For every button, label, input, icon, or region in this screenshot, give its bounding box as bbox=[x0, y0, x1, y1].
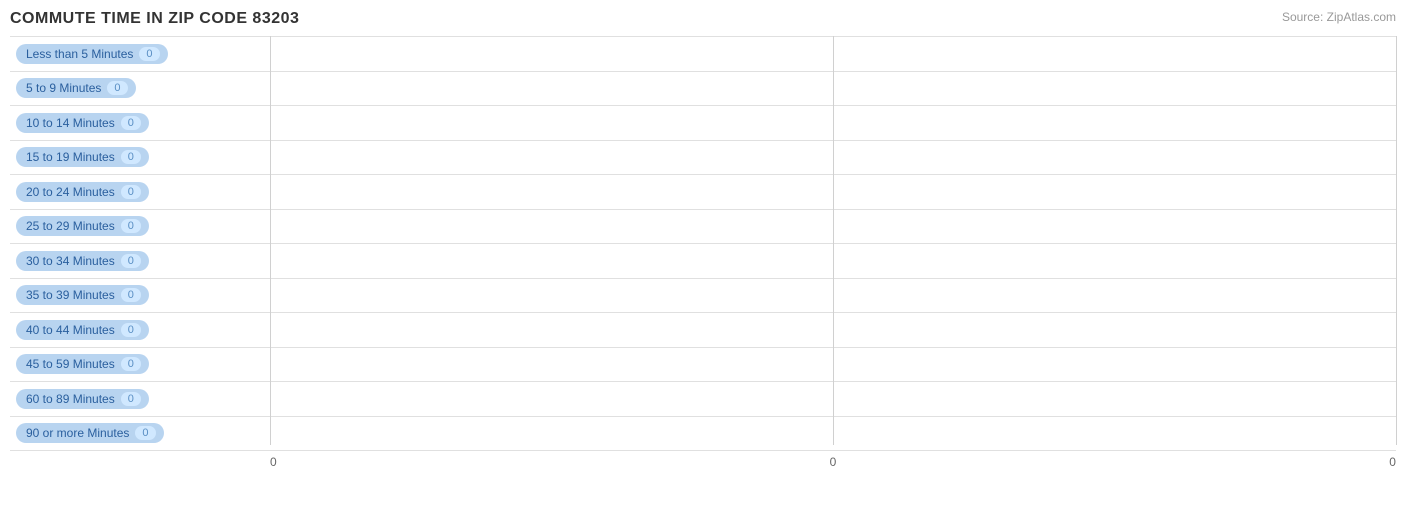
bar-label-value: 0 bbox=[121, 323, 141, 337]
bar-label-value: 0 bbox=[121, 288, 141, 302]
bar-label-text: Less than 5 Minutes bbox=[26, 47, 133, 61]
bar-label-pill: Less than 5 Minutes 0 bbox=[16, 44, 168, 64]
bar-label-text: 5 to 9 Minutes bbox=[26, 81, 101, 95]
bar-label-text: 25 to 29 Minutes bbox=[26, 219, 115, 233]
chart-area: Less than 5 Minutes05 to 9 Minutes010 to… bbox=[10, 36, 1396, 469]
grid-line bbox=[1396, 36, 1397, 445]
bar-track bbox=[270, 313, 1396, 347]
bar-label-value: 0 bbox=[121, 219, 141, 233]
bar-label-value: 0 bbox=[121, 185, 141, 199]
bar-track bbox=[270, 210, 1396, 244]
bar-row: 40 to 44 Minutes 0 bbox=[10, 313, 1396, 348]
bar-label-container: Less than 5 Minutes 0 bbox=[10, 42, 270, 66]
bar-label-value: 0 bbox=[135, 426, 155, 440]
bar-row: 5 to 9 Minutes 0 bbox=[10, 72, 1396, 107]
bar-label-value: 0 bbox=[121, 116, 141, 130]
bar-track bbox=[270, 72, 1396, 106]
bar-label-pill: 45 to 59 Minutes 0 bbox=[16, 354, 149, 374]
bar-track bbox=[270, 175, 1396, 209]
bar-track bbox=[270, 244, 1396, 278]
bar-label-pill: 5 to 9 Minutes 0 bbox=[16, 78, 136, 98]
bar-label-container: 20 to 24 Minutes 0 bbox=[10, 180, 270, 204]
bar-label-pill: 25 to 29 Minutes 0 bbox=[16, 216, 149, 236]
x-axis-label: 0 bbox=[645, 455, 1020, 469]
bar-label-pill: 90 or more Minutes 0 bbox=[16, 423, 164, 443]
bar-label-text: 10 to 14 Minutes bbox=[26, 116, 115, 130]
bar-label-value: 0 bbox=[139, 47, 159, 61]
x-axis-label: 0 bbox=[270, 455, 645, 469]
bar-track bbox=[270, 37, 1396, 71]
bar-label-value: 0 bbox=[121, 392, 141, 406]
bar-row: 30 to 34 Minutes 0 bbox=[10, 244, 1396, 279]
bar-row: 90 or more Minutes 0 bbox=[10, 417, 1396, 452]
bar-row: 15 to 19 Minutes 0 bbox=[10, 141, 1396, 176]
bar-label-pill: 40 to 44 Minutes 0 bbox=[16, 320, 149, 340]
bar-track bbox=[270, 382, 1396, 416]
source-label: Source: ZipAtlas.com bbox=[1282, 10, 1396, 24]
bar-track bbox=[270, 141, 1396, 175]
bar-label-container: 90 or more Minutes 0 bbox=[10, 421, 270, 445]
bar-label-container: 25 to 29 Minutes 0 bbox=[10, 214, 270, 238]
bar-label-container: 35 to 39 Minutes 0 bbox=[10, 283, 270, 307]
x-axis-label: 0 bbox=[1021, 455, 1396, 469]
bar-row: 60 to 89 Minutes 0 bbox=[10, 382, 1396, 417]
chart-title: COMMUTE TIME IN ZIP CODE 83203 bbox=[10, 10, 1396, 28]
bar-label-pill: 60 to 89 Minutes 0 bbox=[16, 389, 149, 409]
bar-label-container: 40 to 44 Minutes 0 bbox=[10, 318, 270, 342]
bar-track bbox=[270, 279, 1396, 313]
bar-label-container: 15 to 19 Minutes 0 bbox=[10, 145, 270, 169]
bar-track bbox=[270, 348, 1396, 382]
bar-row: 10 to 14 Minutes 0 bbox=[10, 106, 1396, 141]
bar-row: 20 to 24 Minutes 0 bbox=[10, 175, 1396, 210]
bar-row: 25 to 29 Minutes 0 bbox=[10, 210, 1396, 245]
bar-label-value: 0 bbox=[121, 357, 141, 371]
bar-label-text: 90 or more Minutes bbox=[26, 426, 129, 440]
bar-label-container: 60 to 89 Minutes 0 bbox=[10, 387, 270, 411]
bar-label-pill: 20 to 24 Minutes 0 bbox=[16, 182, 149, 202]
bar-label-pill: 15 to 19 Minutes 0 bbox=[16, 147, 149, 167]
x-axis: 000 bbox=[270, 455, 1396, 469]
bar-label-container: 5 to 9 Minutes 0 bbox=[10, 76, 270, 100]
bar-label-text: 40 to 44 Minutes bbox=[26, 323, 115, 337]
bar-label-value: 0 bbox=[121, 150, 141, 164]
bar-label-container: 45 to 59 Minutes 0 bbox=[10, 352, 270, 376]
bar-label-pill: 35 to 39 Minutes 0 bbox=[16, 285, 149, 305]
bar-label-text: 45 to 59 Minutes bbox=[26, 357, 115, 371]
bar-track bbox=[270, 106, 1396, 140]
bar-label-pill: 30 to 34 Minutes 0 bbox=[16, 251, 149, 271]
chart-container: COMMUTE TIME IN ZIP CODE 83203 Source: Z… bbox=[0, 0, 1406, 523]
bar-row: 35 to 39 Minutes 0 bbox=[10, 279, 1396, 314]
bar-track bbox=[270, 417, 1396, 451]
bar-label-container: 30 to 34 Minutes 0 bbox=[10, 249, 270, 273]
bar-label-container: 10 to 14 Minutes 0 bbox=[10, 111, 270, 135]
bar-label-text: 60 to 89 Minutes bbox=[26, 392, 115, 406]
bar-row: Less than 5 Minutes 0 bbox=[10, 36, 1396, 72]
bar-row: 45 to 59 Minutes 0 bbox=[10, 348, 1396, 383]
bar-label-text: 35 to 39 Minutes bbox=[26, 288, 115, 302]
bar-label-text: 30 to 34 Minutes bbox=[26, 254, 115, 268]
bar-label-text: 15 to 19 Minutes bbox=[26, 150, 115, 164]
bar-label-value: 0 bbox=[121, 254, 141, 268]
bar-label-text: 20 to 24 Minutes bbox=[26, 185, 115, 199]
bar-label-pill: 10 to 14 Minutes 0 bbox=[16, 113, 149, 133]
bar-label-value: 0 bbox=[107, 81, 127, 95]
